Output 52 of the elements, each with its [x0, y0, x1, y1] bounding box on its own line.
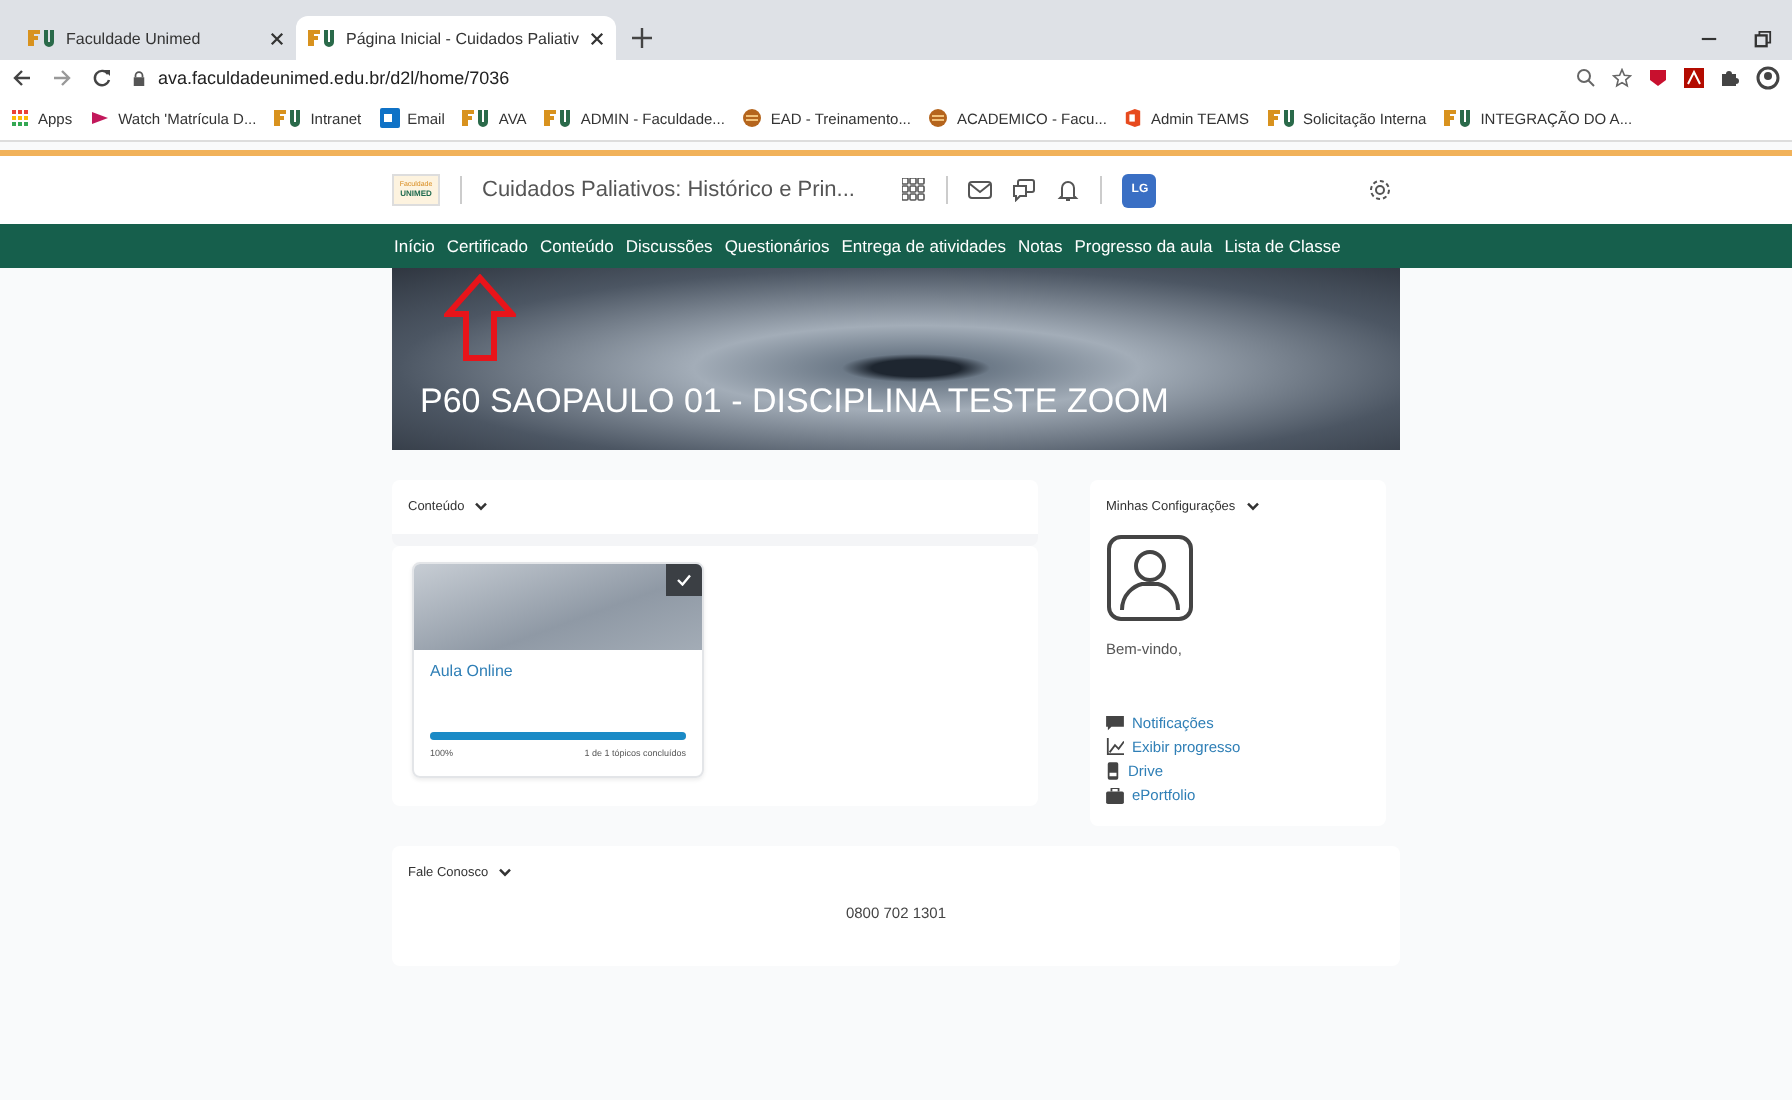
url-field[interactable]: ava.faculdadeunimed.edu.br/d2l/home/7036 — [158, 68, 510, 88]
fu-logo-icon — [1267, 108, 1296, 128]
check-icon — [676, 574, 692, 586]
banner-title: P60 SAOPAULO 01 - DISCIPLINA TESTE ZOOM — [420, 382, 1169, 422]
bell-icon[interactable] — [1056, 178, 1081, 202]
chat-icon[interactable] — [1012, 178, 1037, 202]
plus-icon[interactable] — [631, 28, 652, 48]
globe-icon — [742, 108, 763, 128]
fu-logo-icon — [28, 28, 56, 48]
chevron-down-icon[interactable] — [474, 502, 489, 512]
lock-icon — [132, 69, 146, 87]
fu-logo-icon — [274, 108, 303, 128]
browser-tab[interactable]: Faculdade Unimed — [16, 16, 296, 60]
course-title[interactable]: Cuidados Paliativos: Histórico e Prin... — [482, 178, 855, 202]
close-icon[interactable] — [589, 31, 604, 45]
play-icon — [90, 108, 111, 128]
nav-link[interactable]: Progresso da aula — [1074, 236, 1213, 256]
settings-icon[interactable] — [1368, 178, 1392, 202]
apps-grid-icon[interactable] — [902, 178, 927, 202]
fu-logo-icon — [544, 108, 573, 128]
star-icon[interactable] — [1612, 68, 1632, 88]
chat-icon — [1106, 715, 1124, 731]
shield-icon[interactable] — [1648, 68, 1668, 88]
up-arrow-icon — [444, 274, 516, 362]
back-arrow-icon[interactable] — [12, 68, 32, 88]
nav-link[interactable]: Questionários — [724, 236, 830, 256]
nav-link[interactable]: Entrega de atividades — [841, 236, 1006, 256]
chevron-down-icon[interactable] — [1245, 502, 1260, 512]
globe-icon — [928, 108, 949, 128]
nav-link[interactable]: Conteúdo — [539, 236, 614, 256]
card-title: Aula Online — [428, 660, 515, 684]
profile-icon[interactable] — [1756, 66, 1780, 90]
chart-icon — [1106, 738, 1124, 756]
forward-arrow-icon[interactable] — [52, 68, 72, 88]
briefcase-icon — [1106, 787, 1124, 803]
reload-icon[interactable] — [92, 68, 112, 88]
nav-link[interactable]: Lista de Classe — [1224, 236, 1341, 256]
puzzle-icon[interactable] — [1720, 68, 1740, 88]
chevron-down-icon[interactable] — [498, 868, 513, 878]
nav-link[interactable]: Discussões — [625, 236, 713, 256]
nav-link[interactable]: Notas — [1018, 236, 1063, 256]
fu-logo-icon — [1444, 108, 1473, 128]
fu-logo-icon — [462, 108, 491, 128]
search-icon[interactable] — [1576, 68, 1596, 88]
browser-tab[interactable]: Página Inicial - Cuidados Paliativ — [296, 16, 616, 60]
apps-grid-icon — [12, 109, 30, 127]
nav-link[interactable]: Início — [394, 236, 435, 256]
fu-logo-icon — [308, 28, 336, 48]
user-silhouette-icon — [1106, 534, 1194, 622]
nav-link[interactable]: Certificado — [446, 236, 528, 256]
close-icon[interactable] — [270, 31, 284, 45]
restore-icon[interactable] — [1754, 30, 1772, 48]
